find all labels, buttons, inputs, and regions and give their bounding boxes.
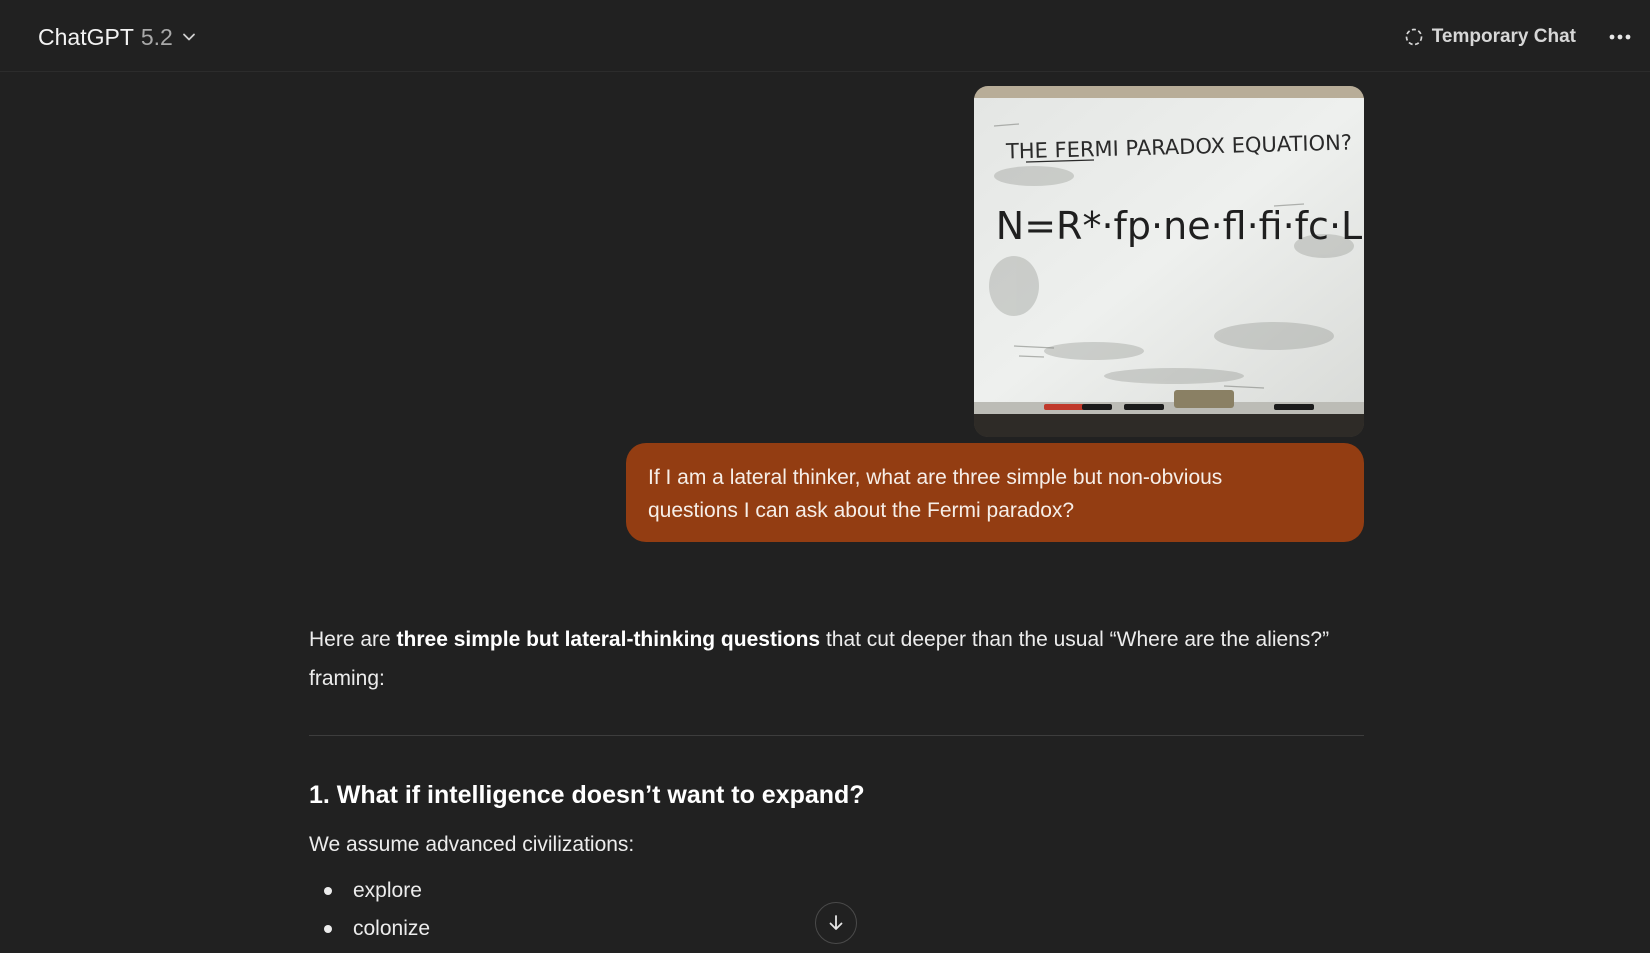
chevron-down-icon [182,33,195,41]
scroll-to-bottom-button[interactable] [815,902,857,944]
intro-bold: three simple but lateral-thinking questi… [396,628,821,651]
arrow-down-icon [829,915,843,930]
user-message-line-1: If I am a lateral thinker, what are thre… [648,466,1223,489]
dashed-circle-icon [1405,28,1423,46]
attached-whiteboard-image[interactable]: THE FERMI PARADOX EQUATION? N=R*·fp·ne·f… [974,86,1364,437]
ellipsis-icon [1609,34,1631,40]
board-equation: N=R*·fp·ne·fl·fi·fc·L [996,204,1362,248]
assistant-intro: Here are three simple but lateral-thinki… [309,620,1364,698]
model-switcher[interactable]: ChatGPT 5.2 [26,18,208,56]
more-options-button[interactable] [1602,19,1638,55]
question-1-text: We assume advanced civilizations: [309,833,635,856]
top-bar: ChatGPT 5.2 Temporary Chat [0,0,1650,72]
intro-prefix: Here are [309,628,397,651]
model-name: ChatGPT [38,23,134,50]
temporary-chat-label: Temporary Chat [1431,26,1576,47]
assistant-message: Here are three simple but lateral-thinki… [309,620,1364,948]
question-1-heading: 1. What if intelligence doesn’t want to … [309,781,865,809]
section-divider [309,735,1364,736]
user-message-line-2: questions I can ask about the Fermi para… [648,499,1075,522]
temporary-chat-button[interactable]: Temporary Chat [1394,19,1586,55]
whiteboard-picture: THE FERMI PARADOX EQUATION? N=R*·fp·ne·f… [974,86,1364,437]
model-version: 5.2 [140,23,173,50]
user-message-bubble: If I am a lateral thinker, what are thre… [626,443,1364,542]
